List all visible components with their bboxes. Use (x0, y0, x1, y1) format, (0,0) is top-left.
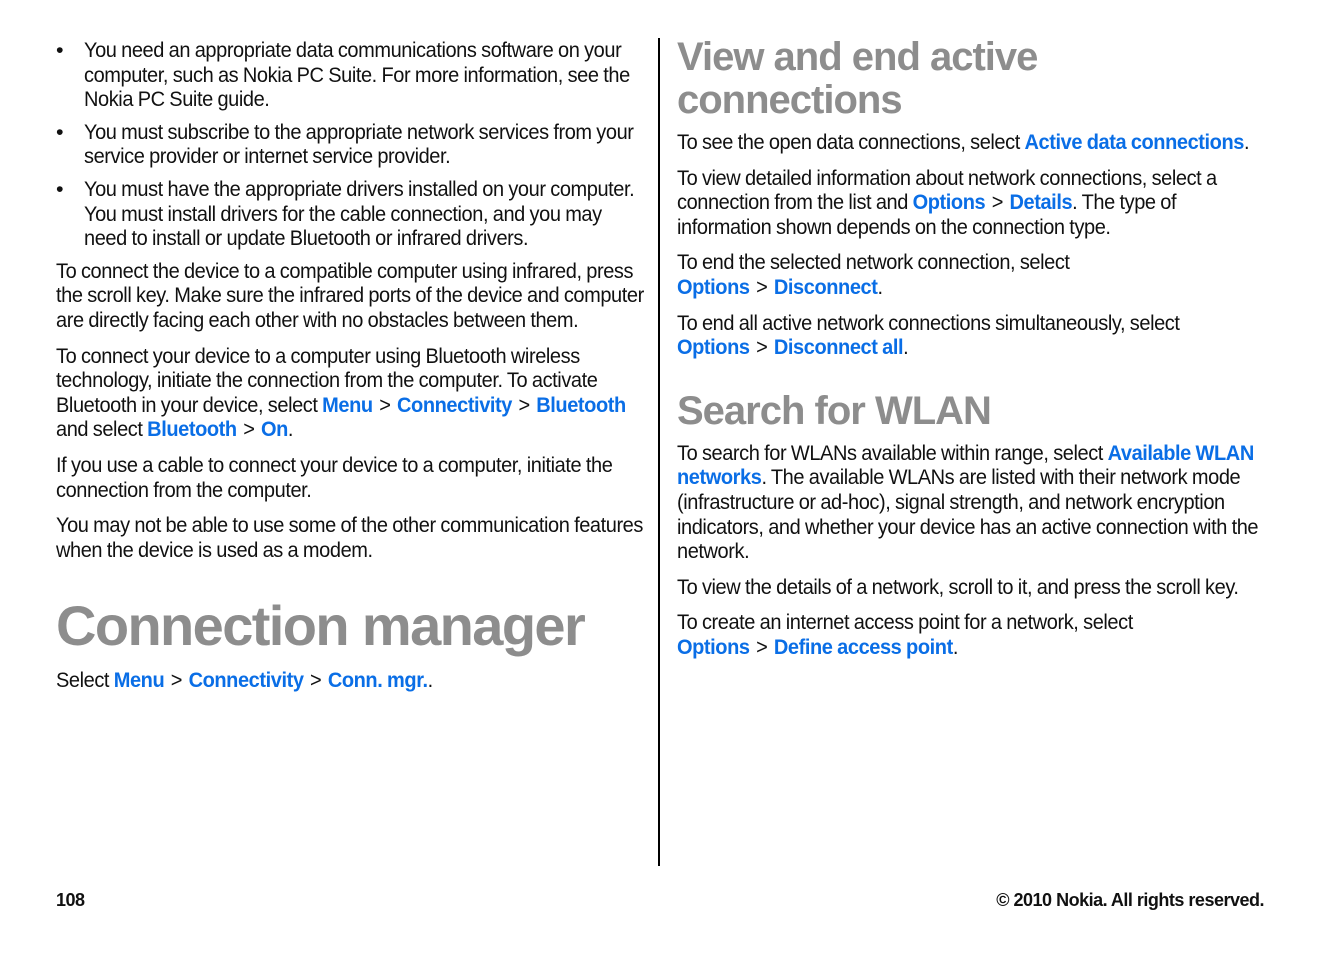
separator: > (518, 392, 530, 417)
list-item: • You must have the appropriate drivers … (56, 177, 648, 251)
paragraph-text-end: . The available WLANs are listed with th… (677, 465, 1259, 564)
paragraph-select-path: Select Menu > Connectivity > Conn. mgr.. (56, 668, 648, 693)
paragraph-active-data: To see the open data connections, select… (677, 130, 1269, 155)
paragraph-text-end: . (1243, 130, 1250, 154)
paragraph-text-end: . (877, 274, 883, 299)
link-on[interactable]: On (261, 417, 288, 441)
paragraph-text-end: . (287, 417, 294, 442)
paragraph-disconnect-all: To end all active network connections si… (677, 311, 1269, 360)
paragraph-text: To connect the device to a compatible co… (56, 258, 644, 332)
paragraph-text: If you use a cable to connect your devic… (56, 452, 613, 502)
paragraph-text-end: . (903, 335, 909, 360)
paragraph-available-wlan: To search for WLANs available within ran… (677, 441, 1269, 564)
copyright-notice: © 2010 Nokia. All rights reserved. (996, 890, 1264, 910)
separator: > (243, 417, 255, 442)
link-details[interactable]: Details (1010, 190, 1073, 214)
paragraph-text: Select Menu > Connectivity > Conn. mgr.. (56, 668, 648, 693)
separator: > (756, 335, 768, 360)
column-divider (658, 38, 660, 866)
right-column: View and end active connections To see t… (677, 36, 1269, 671)
section-heading-view-end-connections: View and end active connections (677, 35, 1038, 122)
page-number: 108 (56, 890, 85, 910)
bullet-icon: • (56, 119, 64, 144)
separator: > (310, 668, 322, 693)
paragraph-disconnect: To end the selected network connection, … (677, 250, 1269, 299)
paragraph-text-start: To see the open data connections, select (677, 130, 1025, 154)
paragraph-details: To view detailed information about netwo… (677, 166, 1269, 240)
paragraph-text-start: To search for WLANs available within ran… (677, 440, 1108, 465)
paragraph-text-start: To end the selected network connection, … (677, 250, 1070, 275)
paragraph-text-end: . (427, 668, 434, 693)
paragraph-text-end: . (952, 634, 959, 659)
manual-page: • You need an appropriate data communica… (0, 0, 1322, 954)
paragraph-text: You may not be able to use some of the o… (56, 513, 643, 562)
link-options[interactable]: Options (677, 335, 750, 359)
separator: > (756, 274, 768, 299)
link-connectivity[interactable]: Connectivity (397, 393, 512, 417)
list-item-text: You must subscribe to the appropriate ne… (84, 119, 634, 169)
bullet-icon: • (56, 38, 64, 62)
paragraph-cable: If you use a cable to connect your devic… (56, 453, 648, 502)
paragraph-text: To view the details of a network, scroll… (677, 574, 1239, 599)
paragraph-infrared: To connect the device to a compatible co… (56, 259, 648, 333)
list-item-text: You must have the appropriate drivers in… (84, 176, 635, 251)
link-disconnect[interactable]: Disconnect (774, 275, 878, 299)
list-item-text: You need an appropriate data communicati… (84, 38, 630, 112)
link-active-data-connections[interactable]: Active data connections (1025, 130, 1245, 154)
link-connectivity[interactable]: Connectivity (189, 668, 304, 692)
paragraph-text-start: To end all active network connections si… (677, 310, 1180, 335)
paragraph-text-middle: and select (56, 417, 148, 442)
paragraph-text: To create an internet access point for a… (677, 610, 1269, 659)
link-options[interactable]: Options (913, 190, 986, 214)
paragraph-text: To view detailed information about netwo… (677, 166, 1269, 240)
list-item: • You need an appropriate data communica… (56, 38, 648, 112)
link-disconnect-all[interactable]: Disconnect all (774, 335, 904, 359)
section-heading-connection-manager: Connection manager (56, 594, 586, 658)
paragraph-text: To connect your device to a computer usi… (56, 344, 648, 442)
paragraph-text: To end all active network connections si… (677, 311, 1269, 360)
paragraph-text-start: Select (56, 668, 114, 693)
separator: > (379, 392, 391, 417)
link-bluetooth[interactable]: Bluetooth (536, 393, 626, 417)
list-item: • You must subscribe to the appropriate … (56, 120, 648, 169)
link-define-access-point[interactable]: Define access point (774, 635, 953, 659)
paragraph-text: To end the selected network connection, … (677, 250, 1269, 299)
separator: > (170, 668, 183, 693)
section-heading-search-wlan: Search for WLAN (677, 388, 992, 433)
paragraph-text: To see the open data connections, select… (677, 130, 1269, 155)
left-column: • You need an appropriate data communica… (56, 38, 648, 704)
separator: > (991, 190, 1004, 215)
link-bluetooth-setting[interactable]: Bluetooth (147, 417, 237, 441)
link-conn-mgr[interactable]: Conn. mgr. (328, 668, 428, 692)
paragraph-network-details: To view the details of a network, scroll… (677, 575, 1269, 600)
paragraph-text-start: To create an internet access point for a… (677, 610, 1133, 635)
link-menu[interactable]: Menu (114, 668, 165, 692)
link-options[interactable]: Options (677, 275, 750, 299)
paragraph-bluetooth: To connect your device to a computer usi… (56, 344, 648, 442)
separator: > (756, 634, 768, 659)
link-options[interactable]: Options (677, 635, 750, 659)
link-menu[interactable]: Menu (322, 393, 373, 417)
bullet-icon: • (56, 176, 64, 201)
requirements-list: • You need an appropriate data communica… (56, 38, 648, 251)
paragraph-access-point: To create an internet access point for a… (677, 610, 1269, 659)
paragraph-text: To search for WLANs available within ran… (677, 441, 1269, 564)
paragraph-modem: You may not be able to use some of the o… (56, 513, 648, 562)
